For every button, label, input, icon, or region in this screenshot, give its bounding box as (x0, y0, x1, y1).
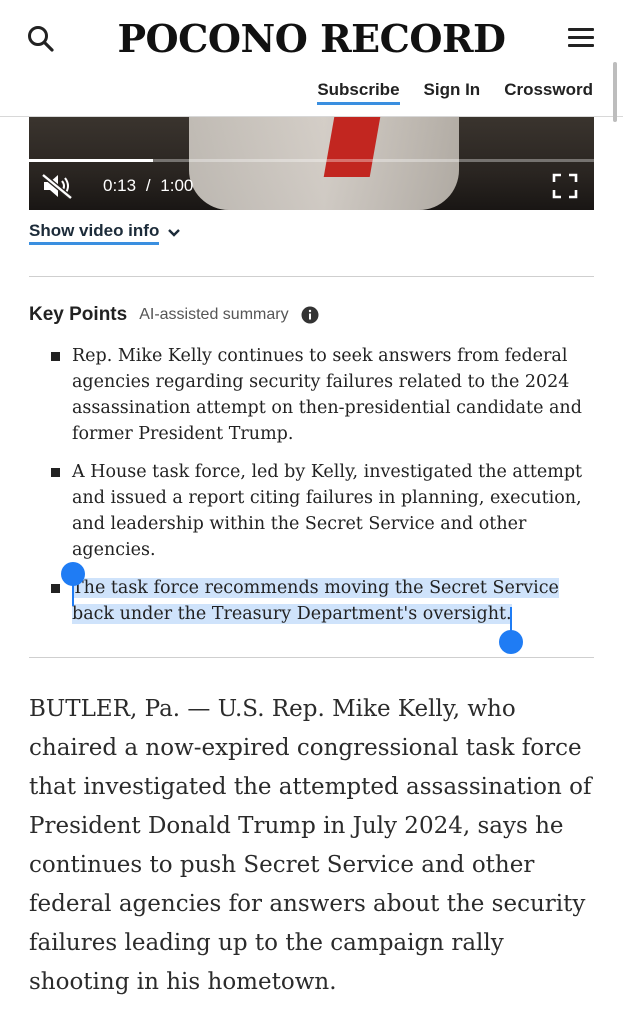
divider (29, 276, 594, 277)
article-paragraph: BUTLER, Pa. — U.S. Rep. Mike Kelly, who … (29, 696, 592, 995)
key-point-text: Rep. Mike Kelly continues to seek answer… (72, 346, 582, 444)
info-icon[interactable] (301, 306, 319, 324)
selection-end-handle[interactable] (499, 630, 523, 654)
fullscreen-icon[interactable] (552, 173, 578, 199)
key-points-header: Key Points AI-assisted summary (29, 304, 319, 326)
header-nav: Subscribe Sign In Crossword (317, 80, 593, 105)
bullet (51, 468, 60, 477)
video-time-separator: / (145, 176, 151, 195)
video-time: 0:13 / 1:00 (103, 176, 193, 196)
selection-start-handle[interactable] (61, 562, 85, 586)
selected-key-point-text[interactable]: The task force recommends moving the Sec… (72, 578, 559, 624)
bullet (51, 584, 60, 593)
video-player[interactable]: 0:13 / 1:00 (29, 117, 594, 210)
sign-in-link[interactable]: Sign In (424, 80, 481, 105)
key-points-subtitle: AI-assisted summary (139, 306, 289, 323)
key-point-item: The task force recommends moving the Sec… (48, 575, 596, 627)
site-header: POCONO RECORD Subscribe Sign In Crosswor… (0, 0, 623, 117)
video-frame-subject (189, 117, 459, 210)
muted-speaker-icon[interactable] (41, 173, 75, 200)
crossword-link[interactable]: Crossword (504, 80, 593, 105)
key-points-title: Key Points (29, 304, 128, 325)
key-point-item: A House task force, led by Kelly, invest… (48, 459, 596, 563)
bullet (51, 352, 60, 361)
show-video-info-toggle[interactable]: Show video info (29, 221, 181, 245)
hamburger-menu-icon[interactable] (566, 24, 598, 52)
video-duration: 1:00 (160, 176, 194, 195)
chevron-down-icon (168, 229, 181, 237)
site-logo[interactable]: POCONO RECORD (0, 16, 623, 61)
video-progress-bar[interactable] (29, 159, 594, 162)
scrollbar-thumb[interactable] (613, 62, 617, 122)
key-points-list: Rep. Mike Kelly continues to seek answer… (48, 343, 596, 639)
subscribe-link[interactable]: Subscribe (317, 80, 400, 105)
video-progress-fill (29, 159, 154, 162)
divider (29, 657, 594, 658)
key-point-item: Rep. Mike Kelly continues to seek answer… (48, 343, 596, 447)
show-video-info-label: Show video info (29, 221, 160, 245)
key-point-text: A House task force, led by Kelly, invest… (72, 462, 583, 560)
video-current-time: 0:13 (103, 176, 137, 195)
